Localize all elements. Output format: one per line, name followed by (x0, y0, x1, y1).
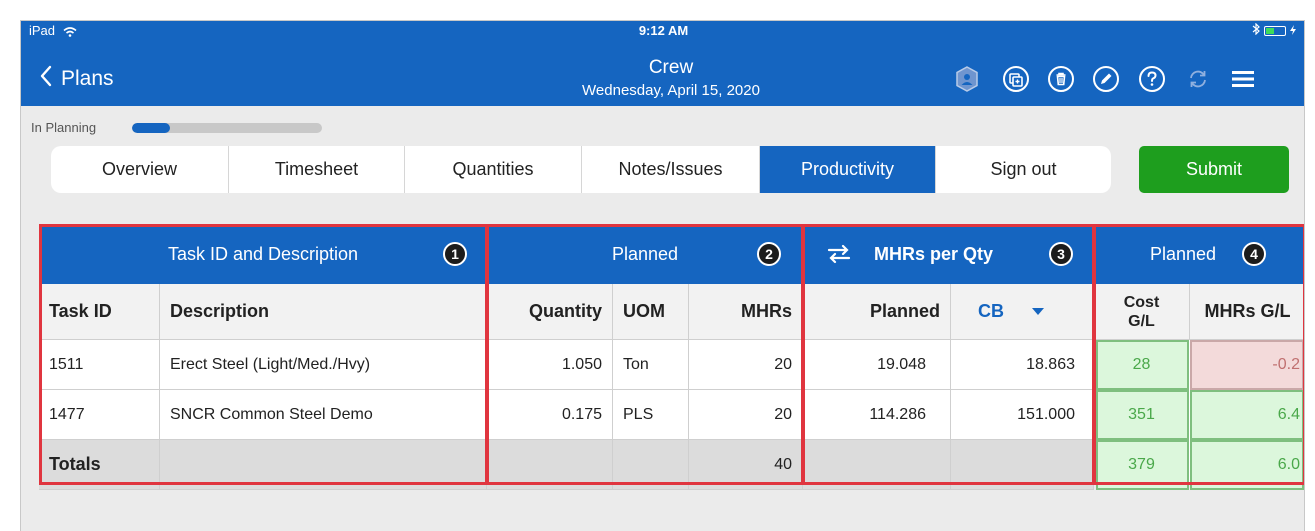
ipad-screen: iPad 9:12 AM Plans Crew Wednesday, April… (20, 20, 1305, 531)
screenshot-frame: iPad 9:12 AM Plans Crew Wednesday, April… (0, 0, 1315, 531)
col-header-quantity[interactable]: Quantity (487, 284, 613, 340)
group-header-planned-gl: Planned 4 (1094, 224, 1304, 284)
group-header-mhrs-per-qty[interactable]: MHRs per Qty 3 (803, 224, 1094, 284)
crew-icon[interactable] (953, 65, 981, 93)
main-content: In Planning Overview Timesheet Quantitie… (21, 106, 1304, 531)
totals-mhrs: 40 (689, 440, 803, 490)
totals-uom (613, 440, 689, 490)
bluetooth-icon (1252, 22, 1260, 38)
row-1-mhrs-gl: -0.2 (1190, 340, 1304, 390)
totals-quantity (487, 440, 613, 490)
status-bar-device: iPad (29, 23, 77, 38)
col-header-mhrs-gl[interactable]: MHRs G/L (1190, 284, 1304, 340)
battery-icon (1264, 25, 1286, 36)
chevron-left-icon (39, 65, 53, 93)
group-header-mhrs-per-qty-label: MHRs per Qty (873, 243, 994, 264)
plan-progress-bar (132, 123, 322, 133)
device-name: iPad (29, 23, 56, 38)
group-header-planned: Planned 2 (487, 224, 803, 284)
dropdown-arrow-icon (1032, 308, 1044, 315)
col-header-uom[interactable]: UOM (613, 284, 689, 340)
plan-progress-fill (132, 123, 170, 133)
tab-notes-issues[interactable]: Notes/Issues (582, 146, 760, 193)
row-1-cost-gl: 28 (1096, 340, 1189, 390)
back-label: Plans (61, 67, 114, 90)
row-1-mhrs: 20 (689, 340, 803, 390)
row-2-mhrs-gl: 6.4 (1190, 390, 1304, 440)
group-header-task: Task ID and Description 1 (39, 224, 487, 284)
row-2-description: SNCR Common Steel Demo (160, 390, 487, 440)
col-header-description[interactable]: Description (160, 284, 487, 340)
tab-overview[interactable]: Overview (51, 146, 229, 193)
group-header-planned-gl-label: Planned (1149, 243, 1217, 264)
swap-arrows-icon[interactable] (827, 244, 851, 269)
row-2-cost-gl: 351 (1096, 390, 1189, 440)
row-1-description: Erect Steel (Light/Med./Hvy) (160, 340, 487, 390)
trash-icon[interactable] (1047, 65, 1075, 93)
annotation-badge-4: 4 (1242, 242, 1266, 266)
row-2-mhrs: 20 (689, 390, 803, 440)
annotation-badge-2: 2 (757, 242, 781, 266)
row-1-planned: 19.048 (803, 340, 951, 390)
totals-mhrs-gl: 6.0 (1190, 440, 1304, 490)
row-1-cb: 18.863 (951, 340, 1094, 390)
row-2-quantity: 0.175 (487, 390, 613, 440)
totals-cb (951, 440, 1094, 490)
group-header-planned-label: Planned (611, 243, 679, 264)
col-header-planned[interactable]: Planned (803, 284, 951, 340)
tab-sign-out[interactable]: Sign out (936, 146, 1111, 193)
navigation-bar: iPad 9:12 AM Plans Crew Wednesday, April… (21, 21, 1304, 106)
row-1-task-id: 1511 (39, 340, 160, 390)
productivity-grid: Task ID and Description 1 Planned 2 MHRs… (39, 224, 1304, 490)
totals-label: Totals (39, 440, 160, 490)
annotation-badge-1: 1 (443, 242, 467, 266)
back-button[interactable]: Plans (39, 65, 114, 93)
refresh-icon[interactable] (1184, 65, 1212, 93)
row-1-uom: Ton (613, 340, 689, 390)
menu-icon[interactable] (1229, 65, 1257, 93)
annotation-badge-3: 3 (1049, 242, 1073, 266)
cb-dropdown-label: CB (978, 301, 1004, 321)
status-bar-right (1252, 22, 1296, 38)
col-header-cost-gl-label: Cost G/L (1123, 293, 1160, 330)
row-1-quantity: 1.050 (487, 340, 613, 390)
row-2-task-id: 1477 (39, 390, 160, 440)
row-2-planned: 114.286 (803, 390, 951, 440)
copy-icon[interactable] (1002, 65, 1030, 93)
row-2-cb: 151.000 (951, 390, 1094, 440)
charging-icon (1290, 23, 1296, 38)
page-subtitle: Wednesday, April 15, 2020 (582, 82, 760, 99)
col-header-task-id[interactable]: Task ID (39, 284, 160, 340)
row-2-uom: PLS (613, 390, 689, 440)
help-icon[interactable] (1138, 65, 1166, 93)
totals-description (160, 440, 487, 490)
tab-bar: Overview Timesheet Quantities Notes/Issu… (51, 146, 1111, 193)
page-title: Crew (648, 57, 694, 78)
edit-icon[interactable] (1092, 65, 1120, 93)
col-header-cb-dropdown[interactable]: CB (951, 284, 1094, 340)
totals-planned (803, 440, 951, 490)
tab-productivity[interactable]: Productivity (760, 146, 936, 193)
tab-timesheet[interactable]: Timesheet (229, 146, 405, 193)
col-header-mhrs[interactable]: MHRs (689, 284, 803, 340)
status-bar-time: 9:12 AM (638, 23, 689, 38)
group-header-task-label: Task ID and Description (167, 243, 359, 264)
col-header-cost-gl[interactable]: Cost G/L (1094, 284, 1190, 340)
submit-button[interactable]: Submit (1139, 146, 1289, 193)
totals-cost-gl: 379 (1096, 440, 1189, 490)
wifi-icon (59, 23, 77, 38)
tab-quantities[interactable]: Quantities (405, 146, 582, 193)
plan-status-label: In Planning (31, 120, 97, 135)
